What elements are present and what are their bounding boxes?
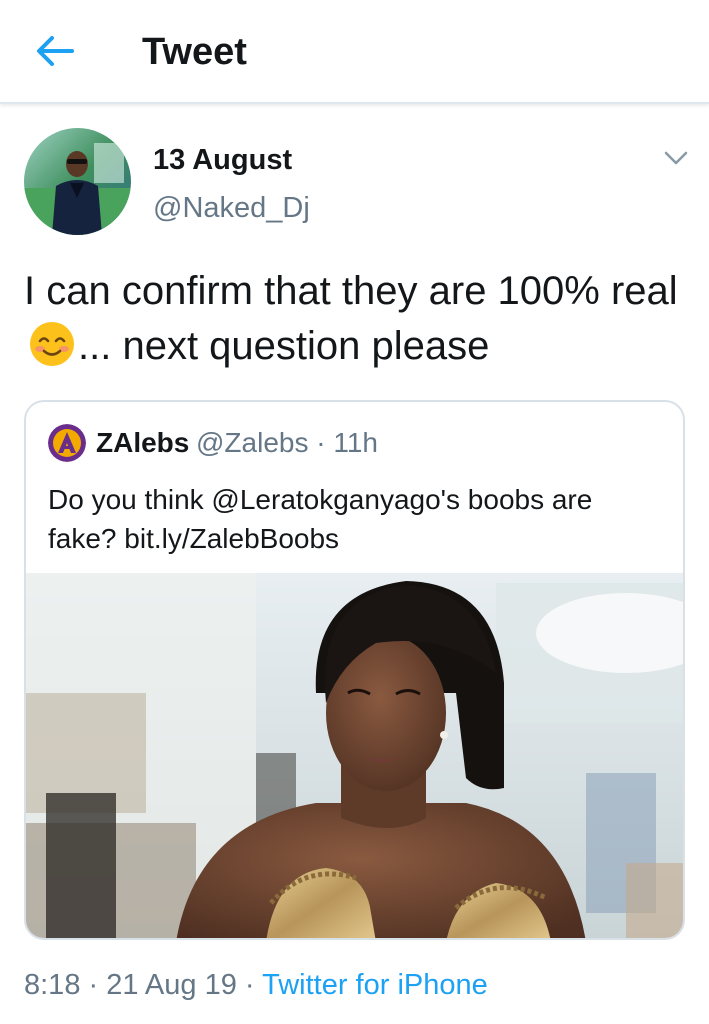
- chevron-down-icon: [664, 151, 688, 165]
- quoted-avatar[interactable]: [48, 424, 86, 462]
- tweet-text-part-2: ... next question please: [78, 324, 490, 368]
- arrow-left-icon: [37, 36, 74, 66]
- tweet-text: I can confirm that they are 100% real ..…: [24, 264, 694, 374]
- top-bar: Tweet: [0, 0, 709, 104]
- quoted-tweet-text: Do you think @Leratokganyago's boobs are…: [48, 484, 593, 554]
- tweet-source-link[interactable]: Twitter for iPhone: [262, 969, 488, 1001]
- avatar[interactable]: [24, 128, 131, 235]
- quoted-author-name[interactable]: ZAlebs: [96, 424, 189, 462]
- quoted-author-handle-time: @Zalebs · 11h: [196, 427, 378, 458]
- more-options-button[interactable]: [660, 142, 692, 174]
- author-name[interactable]: 13 August: [153, 142, 292, 178]
- quoted-tweet-card[interactable]: ZAlebs @Zalebs · 11h Do you think @Lerat…: [24, 400, 685, 940]
- page-title: Tweet: [142, 31, 247, 73]
- tweet-timestamp: 8:18 · 21 Aug 19 ·: [24, 969, 263, 1001]
- tweet-text-part-1: I can confirm that they are 100% real: [24, 269, 678, 313]
- tweet-metadata: 8:18 · 21 Aug 19 · Twitter for iPhone: [24, 966, 488, 1004]
- author-handle[interactable]: @Naked_Dj: [153, 190, 310, 226]
- smiling-face-emoji-icon: [28, 320, 76, 368]
- quoted-tweet-image[interactable]: [26, 573, 683, 938]
- back-button[interactable]: [32, 30, 78, 72]
